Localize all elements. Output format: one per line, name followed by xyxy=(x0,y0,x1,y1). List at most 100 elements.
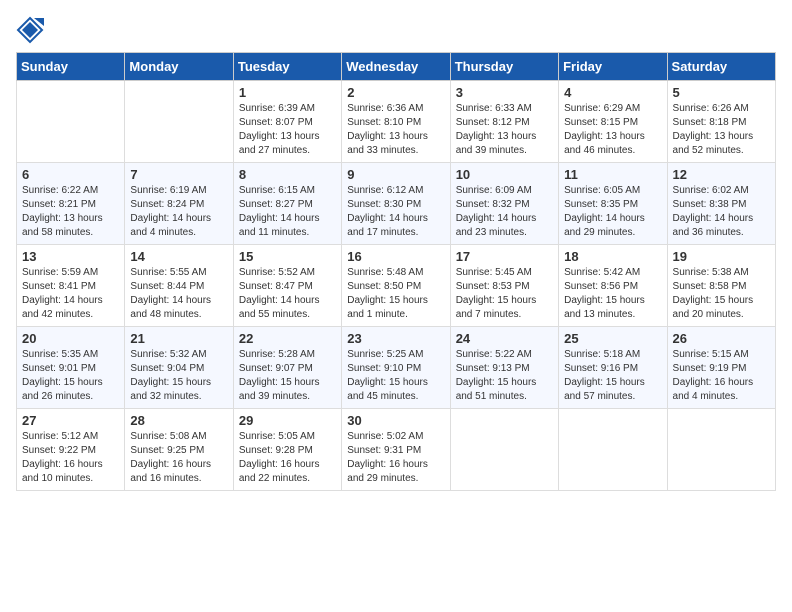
day-number: 27 xyxy=(22,413,119,428)
logo xyxy=(16,16,48,44)
day-number: 12 xyxy=(673,167,770,182)
calendar-cell: 2 Sunrise: 6:36 AM Sunset: 8:10 PM Daylig… xyxy=(342,81,450,163)
calendar-cell: 28 Sunrise: 5:08 AM Sunset: 9:25 PM Dayli… xyxy=(125,409,233,491)
day-number: 30 xyxy=(347,413,444,428)
calendar-cell: 16 Sunrise: 5:48 AM Sunset: 8:50 PM Dayli… xyxy=(342,245,450,327)
cell-info: Sunrise: 6:02 AM Sunset: 8:38 PM Dayligh… xyxy=(673,184,770,240)
day-number: 10 xyxy=(456,167,553,182)
cell-info: Sunrise: 5:02 AM Sunset: 9:31 PM Dayligh… xyxy=(347,430,444,486)
calendar-cell: 27 Sunrise: 5:12 AM Sunset: 9:22 PM Dayli… xyxy=(17,409,125,491)
cell-info: Sunrise: 6:19 AM Sunset: 8:24 PM Dayligh… xyxy=(130,184,227,240)
calendar-cell: 18 Sunrise: 5:42 AM Sunset: 8:56 PM Dayli… xyxy=(559,245,667,327)
cell-info: Sunrise: 6:22 AM Sunset: 8:21 PM Dayligh… xyxy=(22,184,119,240)
day-number: 11 xyxy=(564,167,661,182)
cell-info: Sunrise: 6:33 AM Sunset: 8:12 PM Dayligh… xyxy=(456,102,553,158)
day-number: 4 xyxy=(564,85,661,100)
calendar-week-row: 1 Sunrise: 6:39 AM Sunset: 8:07 PM Daylig… xyxy=(17,81,776,163)
calendar-cell: 14 Sunrise: 5:55 AM Sunset: 8:44 PM Dayli… xyxy=(125,245,233,327)
day-number: 18 xyxy=(564,249,661,264)
day-number: 5 xyxy=(673,85,770,100)
calendar-cell: 11 Sunrise: 6:05 AM Sunset: 8:35 PM Dayli… xyxy=(559,163,667,245)
calendar-cell: 29Sunrise: 5:05 AM Sunset: 9:28 PM Dayli… xyxy=(233,409,341,491)
cell-info: Sunrise: 5:52 AM Sunset: 8:47 PM Dayligh… xyxy=(239,266,336,322)
cell-info: Sunrise: 5:22 AM Sunset: 9:13 PM Dayligh… xyxy=(456,348,553,404)
cell-info: Sunrise: 6:05 AM Sunset: 8:35 PM Dayligh… xyxy=(564,184,661,240)
day-number: 23 xyxy=(347,331,444,346)
calendar-cell: 5 Sunrise: 6:26 AM Sunset: 8:18 PM Daylig… xyxy=(667,81,775,163)
cell-info: Sunrise: 5:42 AM Sunset: 8:56 PM Dayligh… xyxy=(564,266,661,322)
calendar-cell: 22 Sunrise: 5:28 AM Sunset: 9:07 PM Dayli… xyxy=(233,327,341,409)
calendar-week-row: 13Sunrise: 5:59 AM Sunset: 8:41 PM Dayli… xyxy=(17,245,776,327)
day-number: 15 xyxy=(239,249,336,264)
calendar-week-row: 6 Sunrise: 6:22 AM Sunset: 8:21 PM Daylig… xyxy=(17,163,776,245)
day-number: 3 xyxy=(456,85,553,100)
cell-info: Sunrise: 6:15 AM Sunset: 8:27 PM Dayligh… xyxy=(239,184,336,240)
calendar-cell: 20 Sunrise: 5:35 AM Sunset: 9:01 PM Dayli… xyxy=(17,327,125,409)
cell-info: Sunrise: 5:32 AM Sunset: 9:04 PM Dayligh… xyxy=(130,348,227,404)
cell-info: Sunrise: 5:38 AM Sunset: 8:58 PM Dayligh… xyxy=(673,266,770,322)
calendar-cell: 8 Sunrise: 6:15 AM Sunset: 8:27 PM Daylig… xyxy=(233,163,341,245)
logo-icon xyxy=(16,16,44,44)
calendar-cell: 21 Sunrise: 5:32 AM Sunset: 9:04 PM Dayli… xyxy=(125,327,233,409)
cell-info: Sunrise: 5:48 AM Sunset: 8:50 PM Dayligh… xyxy=(347,266,444,322)
page-header xyxy=(16,16,776,44)
cell-info: Sunrise: 6:09 AM Sunset: 8:32 PM Dayligh… xyxy=(456,184,553,240)
cell-info: Sunrise: 6:39 AM Sunset: 8:07 PM Dayligh… xyxy=(239,102,336,158)
calendar-cell: 1 Sunrise: 6:39 AM Sunset: 8:07 PM Daylig… xyxy=(233,81,341,163)
day-number: 6 xyxy=(22,167,119,182)
calendar-cell: 25 Sunrise: 5:18 AM Sunset: 9:16 PM Dayli… xyxy=(559,327,667,409)
calendar-cell: 23 Sunrise: 5:25 AM Sunset: 9:10 PM Dayli… xyxy=(342,327,450,409)
cell-info: Sunrise: 5:12 AM Sunset: 9:22 PM Dayligh… xyxy=(22,430,119,486)
cell-info: Sunrise: 6:36 AM Sunset: 8:10 PM Dayligh… xyxy=(347,102,444,158)
day-number: 17 xyxy=(456,249,553,264)
calendar-week-row: 27 Sunrise: 5:12 AM Sunset: 9:22 PM Dayli… xyxy=(17,409,776,491)
day-number: 20 xyxy=(22,331,119,346)
weekday-header-row: SundayMondayTuesdayWednesdayThursdayFrid… xyxy=(17,53,776,81)
day-number: 1 xyxy=(239,85,336,100)
day-number: 21 xyxy=(130,331,227,346)
day-number: 19 xyxy=(673,249,770,264)
calendar-cell: 15 Sunrise: 5:52 AM Sunset: 8:47 PM Dayli… xyxy=(233,245,341,327)
calendar-cell: 26Sunrise: 5:15 AM Sunset: 9:19 PM Dayli… xyxy=(667,327,775,409)
cell-info: Sunrise: 5:08 AM Sunset: 9:25 PM Dayligh… xyxy=(130,430,227,486)
calendar-cell xyxy=(667,409,775,491)
day-number: 9 xyxy=(347,167,444,182)
cell-info: Sunrise: 5:25 AM Sunset: 9:10 PM Dayligh… xyxy=(347,348,444,404)
cell-info: Sunrise: 5:55 AM Sunset: 8:44 PM Dayligh… xyxy=(130,266,227,322)
calendar-cell: 7 Sunrise: 6:19 AM Sunset: 8:24 PM Daylig… xyxy=(125,163,233,245)
calendar-cell: 13Sunrise: 5:59 AM Sunset: 8:41 PM Dayli… xyxy=(17,245,125,327)
day-number: 29 xyxy=(239,413,336,428)
calendar-week-row: 20 Sunrise: 5:35 AM Sunset: 9:01 PM Dayli… xyxy=(17,327,776,409)
calendar-cell: 4 Sunrise: 6:29 AM Sunset: 8:15 PM Daylig… xyxy=(559,81,667,163)
calendar-cell xyxy=(559,409,667,491)
calendar-cell: 19 Sunrise: 5:38 AM Sunset: 8:58 PM Dayli… xyxy=(667,245,775,327)
cell-info: Sunrise: 6:12 AM Sunset: 8:30 PM Dayligh… xyxy=(347,184,444,240)
cell-info: Sunrise: 6:29 AM Sunset: 8:15 PM Dayligh… xyxy=(564,102,661,158)
weekday-header-wednesday: Wednesday xyxy=(342,53,450,81)
cell-info: Sunrise: 6:26 AM Sunset: 8:18 PM Dayligh… xyxy=(673,102,770,158)
weekday-header-sunday: Sunday xyxy=(17,53,125,81)
day-number: 28 xyxy=(130,413,227,428)
calendar-cell xyxy=(450,409,558,491)
calendar-table: SundayMondayTuesdayWednesdayThursdayFrid… xyxy=(16,52,776,491)
cell-info: Sunrise: 5:35 AM Sunset: 9:01 PM Dayligh… xyxy=(22,348,119,404)
weekday-header-saturday: Saturday xyxy=(667,53,775,81)
cell-info: Sunrise: 5:18 AM Sunset: 9:16 PM Dayligh… xyxy=(564,348,661,404)
day-number: 16 xyxy=(347,249,444,264)
cell-info: Sunrise: 5:28 AM Sunset: 9:07 PM Dayligh… xyxy=(239,348,336,404)
day-number: 13 xyxy=(22,249,119,264)
day-number: 22 xyxy=(239,331,336,346)
calendar-cell: 12 Sunrise: 6:02 AM Sunset: 8:38 PM Dayli… xyxy=(667,163,775,245)
day-number: 14 xyxy=(130,249,227,264)
calendar-cell xyxy=(125,81,233,163)
weekday-header-thursday: Thursday xyxy=(450,53,558,81)
weekday-header-monday: Monday xyxy=(125,53,233,81)
calendar-cell: 6 Sunrise: 6:22 AM Sunset: 8:21 PM Daylig… xyxy=(17,163,125,245)
calendar-cell: 30 Sunrise: 5:02 AM Sunset: 9:31 PM Dayli… xyxy=(342,409,450,491)
day-number: 7 xyxy=(130,167,227,182)
day-number: 24 xyxy=(456,331,553,346)
day-number: 25 xyxy=(564,331,661,346)
day-number: 2 xyxy=(347,85,444,100)
day-number: 8 xyxy=(239,167,336,182)
calendar-cell: 24 Sunrise: 5:22 AM Sunset: 9:13 PM Dayli… xyxy=(450,327,558,409)
